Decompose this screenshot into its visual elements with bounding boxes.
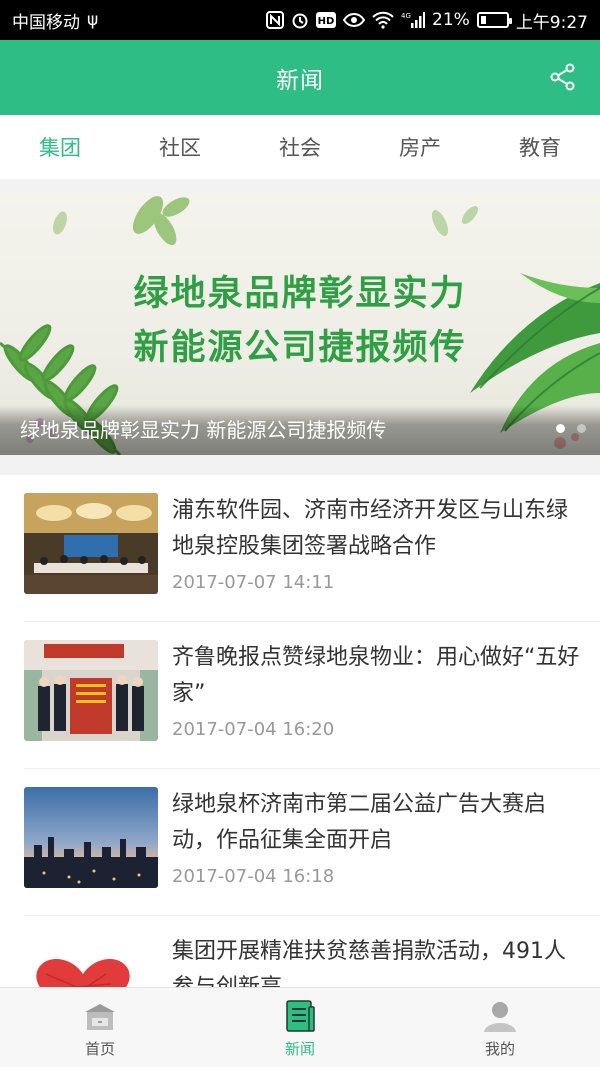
nav-profile[interactable]: 我的 (400, 988, 600, 1067)
tab-education[interactable]: 教育 (480, 115, 600, 179)
svg-text:4G: 4G (401, 12, 411, 20)
news-item[interactable]: 浦东软件园、济南市经济开发区与山东绿地泉控股集团签署战略合作 2017-07-0… (24, 475, 600, 622)
status-bar: 中国移动 ψ HD 4G 21% 上午9:27 (0, 0, 600, 40)
news-title: 绿地泉杯济南市第二届公益广告大赛启动，作品征集全面开启 (172, 792, 547, 853)
nav-news[interactable]: 新闻 (200, 988, 400, 1067)
tab-society[interactable]: 社会 (240, 115, 360, 179)
battery-percent: 21% (432, 10, 470, 30)
news-time: 2017-07-07 14:11 (172, 572, 335, 593)
clock: 上午9:27 (515, 12, 588, 33)
carousel-dot-2[interactable] (577, 424, 586, 433)
news-thumbnail (24, 787, 158, 888)
eye-comfort-icon (343, 12, 366, 28)
news-thumbnail (24, 640, 158, 741)
app-header: 新闻 (0, 40, 600, 115)
wifi-icon (372, 11, 394, 29)
bottom-nav: 首页 新闻 我的 (0, 987, 600, 1067)
carrier-label: 中国移动 (12, 12, 80, 33)
battery-icon (476, 12, 512, 28)
news-time: 2017-07-04 16:20 (172, 719, 335, 740)
usb-icon: ψ (87, 10, 99, 30)
category-tabs: 集团 社区 社会 房产 教育 (0, 115, 600, 179)
tab-real-estate[interactable]: 房产 (360, 115, 480, 179)
hd-icon: HD (316, 12, 337, 28)
tab-group[interactable]: 集团 (0, 115, 120, 179)
news-thumbnail (24, 493, 158, 594)
page-title: 新闻 (276, 67, 324, 94)
carousel-dot-1[interactable] (556, 424, 565, 433)
news-title: 浦东软件园、济南市经济开发区与山东绿地泉控股集团签署战略合作 (172, 498, 569, 559)
news-item[interactable]: 齐鲁晚报点赞绿地泉物业：用心做好“五好家” 2017-07-04 16:20 (24, 622, 600, 769)
news-thumbnail (24, 934, 158, 987)
carousel-indicator (556, 424, 586, 433)
banner-headline-line2: 新能源公司捷报频传 (133, 328, 467, 368)
nav-label: 首页 (84, 1040, 115, 1058)
nfc-icon (266, 11, 285, 29)
profile-icon (482, 998, 518, 1034)
news-icon (282, 998, 318, 1034)
home-icon (82, 998, 118, 1034)
news-title: 集团开展精准扶贫慈善捐款活动，491人参与创新高 (172, 939, 566, 987)
nav-label: 新闻 (284, 1040, 315, 1058)
nav-home[interactable]: 首页 (0, 988, 200, 1067)
divider (0, 179, 600, 193)
nav-label: 我的 (484, 1040, 515, 1058)
svg-text:HD: HD (318, 16, 335, 27)
divider (0, 455, 600, 475)
share-icon[interactable] (548, 62, 578, 92)
alarm-icon (291, 11, 309, 29)
news-time: 2017-07-04 16:18 (172, 866, 335, 887)
banner-headline-line1: 绿地泉品牌彰显实力 (133, 274, 467, 314)
news-title: 齐鲁晚报点赞绿地泉物业：用心做好“五好家” (172, 645, 580, 706)
news-item[interactable]: 绿地泉杯济南市第二届公益广告大赛启动，作品征集全面开启 2017-07-04 1… (24, 769, 600, 916)
news-list: 浦东软件园、济南市经济开发区与山东绿地泉控股集团签署战略合作 2017-07-0… (0, 475, 600, 987)
signal-icon: 4G (401, 11, 426, 29)
tab-community[interactable]: 社区 (120, 115, 240, 179)
news-item[interactable]: 集团开展精准扶贫慈善捐款活动，491人参与创新高 (24, 916, 600, 987)
banner-caption: 绿地泉品牌彰显实力 新能源公司捷报频传 (20, 418, 387, 442)
banner-carousel[interactable]: 绿地泉品牌彰显实力 新能源公司捷报频传 绿地泉品牌彰显实力 新能源公司捷报频传 (0, 193, 600, 455)
